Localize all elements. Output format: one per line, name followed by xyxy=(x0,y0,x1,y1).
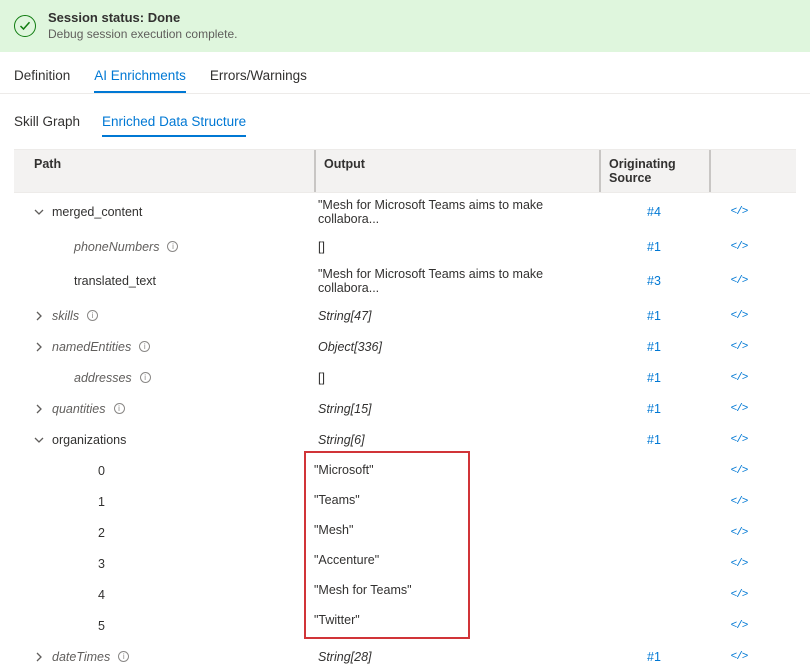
info-icon[interactable]: i xyxy=(139,341,150,352)
path-label: dateTimes xyxy=(52,650,110,664)
output-value: String[28] xyxy=(314,645,599,669)
sub-tabs: Skill Graph Enriched Data Structure xyxy=(0,94,810,137)
col-path: Path xyxy=(14,150,314,192)
path-index: 1 xyxy=(98,495,105,509)
output-value: "Twitter" xyxy=(306,608,432,632)
tab-ai-enrichments[interactable]: AI Enrichments xyxy=(94,58,186,93)
code-icon[interactable]: </> xyxy=(709,646,769,668)
chevron-right-icon[interactable] xyxy=(32,402,46,416)
chevron-down-icon[interactable] xyxy=(32,433,46,447)
output-value: [] xyxy=(314,366,599,390)
info-icon[interactable]: i xyxy=(140,372,151,383)
code-icon[interactable]: </> xyxy=(709,553,769,575)
source-link[interactable] xyxy=(599,497,709,507)
table-header: Path Output Originating Source xyxy=(14,149,796,193)
source-link[interactable]: #4 xyxy=(599,200,709,224)
main-tabs: Definition AI Enrichments Errors/Warning… xyxy=(0,58,810,94)
source-link[interactable] xyxy=(599,528,709,538)
path-index: 0 xyxy=(98,464,105,478)
status-subtitle: Debug session execution complete. xyxy=(48,27,237,43)
chevron-right-icon[interactable] xyxy=(32,309,46,323)
path-index: 3 xyxy=(98,557,105,571)
tab-errors-warnings[interactable]: Errors/Warnings xyxy=(210,58,307,93)
output-value: "Mesh for Microsoft Teams aims to make c… xyxy=(314,193,599,231)
code-icon[interactable]: </> xyxy=(709,201,769,223)
path-index: 4 xyxy=(98,588,105,602)
output-value: String[15] xyxy=(314,397,599,421)
subtab-skill-graph[interactable]: Skill Graph xyxy=(14,108,80,137)
info-icon[interactable]: i xyxy=(167,241,178,252)
path-label: phoneNumbers xyxy=(74,240,159,254)
source-link[interactable]: #1 xyxy=(599,304,709,328)
table-row: namedEntities i Object[336] #1 </> xyxy=(14,331,796,362)
status-text: Session status: Done Debug session execu… xyxy=(48,10,237,42)
source-link[interactable]: #1 xyxy=(599,428,709,452)
source-link[interactable] xyxy=(599,621,709,631)
code-icon[interactable]: </> xyxy=(709,398,769,420)
code-icon[interactable]: </> xyxy=(709,305,769,327)
path-label: skills xyxy=(52,309,79,323)
chevron-right-icon[interactable] xyxy=(32,650,46,664)
output-value: "Mesh" xyxy=(306,518,432,542)
source-link[interactable]: #1 xyxy=(599,366,709,390)
data-table: Path Output Originating Source merged_co… xyxy=(0,149,810,672)
output-value: "Mesh for Microsoft Teams aims to make c… xyxy=(314,262,599,300)
info-icon[interactable]: i xyxy=(87,310,98,321)
output-value: Object[336] xyxy=(314,335,599,359)
source-link[interactable] xyxy=(599,559,709,569)
path-label: addresses xyxy=(74,371,132,385)
table-row: phoneNumbers i [] #1 </> xyxy=(14,231,796,262)
col-output: Output xyxy=(314,150,599,192)
output-value: "Teams" xyxy=(306,488,432,512)
table-row: skills i String[47] #1 </> xyxy=(14,300,796,331)
table-row: dateTimes i String[28] #1 </> xyxy=(14,641,796,672)
status-title: Session status: Done xyxy=(48,10,237,27)
output-value: [] xyxy=(314,235,599,259)
chevron-right-icon[interactable] xyxy=(32,340,46,354)
code-icon[interactable]: </> xyxy=(709,236,769,258)
col-actions xyxy=(709,150,769,192)
table-row: translated_text "Mesh for Microsoft Team… xyxy=(14,262,796,300)
path-index: 5 xyxy=(98,619,105,633)
source-link[interactable]: #1 xyxy=(599,335,709,359)
path-label: translated_text xyxy=(74,274,156,288)
path-label: merged_content xyxy=(52,205,142,219)
info-icon[interactable]: i xyxy=(118,651,129,662)
path-label: namedEntities xyxy=(52,340,131,354)
path-label: quantities xyxy=(52,402,106,416)
code-icon[interactable]: </> xyxy=(709,336,769,358)
highlight-box: "Microsoft" "Teams" "Mesh" "Accenture" "Mesh… xyxy=(304,451,470,639)
code-icon[interactable]: </> xyxy=(709,491,769,513)
code-icon[interactable]: </> xyxy=(709,522,769,544)
chevron-down-icon[interactable] xyxy=(32,205,46,219)
table-row: quantities i String[15] #1 </> xyxy=(14,393,796,424)
source-link[interactable]: #1 xyxy=(599,645,709,669)
tab-definition[interactable]: Definition xyxy=(14,58,70,93)
info-icon[interactable]: i xyxy=(114,403,125,414)
path-index: 2 xyxy=(98,526,105,540)
check-circle-icon xyxy=(14,15,36,37)
code-icon[interactable]: </> xyxy=(709,615,769,637)
path-label: organizations xyxy=(52,433,126,447)
code-icon[interactable]: </> xyxy=(709,460,769,482)
source-link[interactable]: #1 xyxy=(599,397,709,421)
output-value: String[47] xyxy=(314,304,599,328)
output-value: String[6] xyxy=(314,428,599,452)
source-link[interactable] xyxy=(599,466,709,476)
output-value: "Mesh for Teams" xyxy=(306,578,432,602)
table-row: addresses i [] #1 </> xyxy=(14,362,796,393)
table-row: merged_content "Mesh for Microsoft Teams… xyxy=(14,193,796,231)
code-icon[interactable]: </> xyxy=(709,270,769,292)
code-icon[interactable]: </> xyxy=(709,584,769,606)
status-bar: Session status: Done Debug session execu… xyxy=(0,0,810,52)
col-source: Originating Source xyxy=(599,150,709,192)
subtab-enriched-data[interactable]: Enriched Data Structure xyxy=(102,108,246,137)
output-value: "Microsoft" xyxy=(306,458,432,482)
source-link[interactable] xyxy=(599,590,709,600)
code-icon[interactable]: </> xyxy=(709,429,769,451)
source-link[interactable]: #1 xyxy=(599,235,709,259)
source-link[interactable]: #3 xyxy=(599,269,709,293)
output-value: "Accenture" xyxy=(306,548,432,572)
code-icon[interactable]: </> xyxy=(709,367,769,389)
